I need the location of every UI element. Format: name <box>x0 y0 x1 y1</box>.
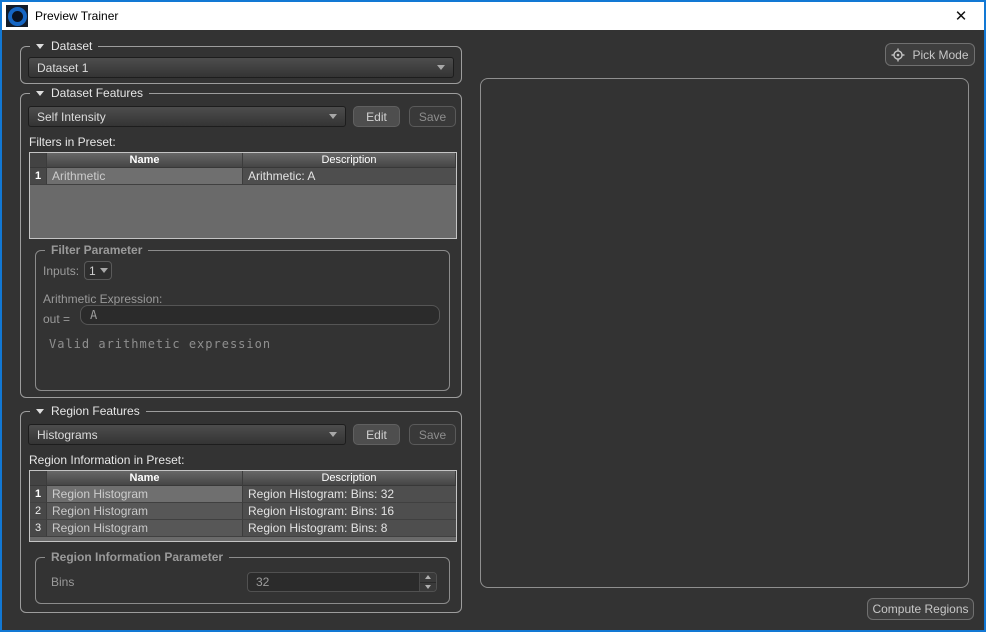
dataset-features-legend: Dataset Features <box>30 86 149 100</box>
application-window: Preview Trainer ✕ Pick Mode Compute Regi… <box>0 0 986 632</box>
row-number[interactable]: 3 <box>30 520 47 537</box>
cell-name[interactable]: Region Histogram <box>47 520 243 537</box>
compute-regions-button[interactable]: Compute Regions <box>867 598 974 620</box>
cell-description[interactable]: Region Histogram: Bins: 8 <box>243 520 456 537</box>
column-header-name[interactable]: Name <box>47 153 243 168</box>
spin-up-icon <box>425 575 431 579</box>
bins-input[interactable] <box>248 573 419 591</box>
edit-label: Edit <box>366 428 387 442</box>
cell-name[interactable]: Region Histogram <box>47 503 243 520</box>
table-header: Name Description <box>30 153 456 168</box>
crosshair-icon <box>891 48 905 62</box>
edit-label: Edit <box>366 110 387 124</box>
table-row[interactable]: 1 Arithmetic Arithmetic: A <box>30 168 456 185</box>
cell-description[interactable]: Arithmetic: A <box>243 168 456 185</box>
table-row[interactable]: 2 Region Histogram Region Histogram: Bin… <box>30 503 456 520</box>
bins-label: Bins <box>51 575 74 589</box>
table-header: Name Description <box>30 471 456 486</box>
collapse-arrow-icon[interactable] <box>36 409 44 414</box>
column-header-name[interactable]: Name <box>47 471 243 486</box>
dataset-group-legend: Dataset <box>30 39 98 53</box>
region-features-edit-button[interactable]: Edit <box>353 424 400 445</box>
region-features-preset-select[interactable]: Histograms <box>28 424 346 445</box>
collapse-arrow-icon[interactable] <box>36 91 44 96</box>
table-row[interactable]: 3 Region Histogram Region Histogram: Bin… <box>30 520 456 537</box>
dropdown-arrow-icon <box>329 114 337 119</box>
table-corner <box>30 471 47 486</box>
filter-parameter-title: Filter Parameter <box>51 243 142 257</box>
inputs-select-value: 1 <box>89 264 96 278</box>
column-header-description[interactable]: Description <box>243 471 456 486</box>
region-parameter-title: Region Information Parameter <box>51 550 223 564</box>
collapse-arrow-icon[interactable] <box>36 44 44 49</box>
spin-up-button[interactable] <box>420 573 436 583</box>
column-header-description[interactable]: Description <box>243 153 456 168</box>
expression-validation-message: Valid arithmetic expression <box>49 337 271 351</box>
compute-regions-label: Compute Regions <box>872 602 968 616</box>
table-empty-area <box>30 537 456 541</box>
dataset-group: Dataset Dataset 1 <box>20 46 462 84</box>
close-icon: ✕ <box>955 9 968 24</box>
filter-parameter-group: Filter Parameter Inputs: 1 Arithmetic Ex… <box>35 250 450 391</box>
dataset-features-group: Dataset Features Self Intensity Edit Sav… <box>20 93 462 398</box>
save-label: Save <box>419 428 446 442</box>
table-row[interactable]: 1 Region Histogram Region Histogram: Bin… <box>30 486 456 503</box>
dataset-features-preset-value: Self Intensity <box>37 110 106 124</box>
region-info-in-preset-label: Region Information in Preset: <box>29 453 184 467</box>
inputs-select[interactable]: 1 <box>84 261 112 280</box>
row-number[interactable]: 1 <box>30 168 47 185</box>
pick-mode-button[interactable]: Pick Mode <box>885 43 975 66</box>
dataset-features-title: Dataset Features <box>51 86 143 100</box>
expression-input[interactable] <box>80 305 440 325</box>
filter-parameter-legend: Filter Parameter <box>45 243 148 257</box>
inputs-label: Inputs: <box>43 264 79 278</box>
pick-mode-label: Pick Mode <box>912 48 968 62</box>
window-title: Preview Trainer <box>35 9 118 23</box>
region-features-save-button[interactable]: Save <box>409 424 456 445</box>
dataset-select[interactable]: Dataset 1 <box>28 57 454 78</box>
close-button[interactable]: ✕ <box>938 2 984 30</box>
region-info-table[interactable]: Name Description 1 Region Histogram Regi… <box>29 470 457 542</box>
region-features-legend: Region Features <box>30 404 146 418</box>
cell-name[interactable]: Region Histogram <box>47 486 243 503</box>
bins-spinbox[interactable] <box>247 572 437 592</box>
dataset-features-preset-select[interactable]: Self Intensity <box>28 106 346 127</box>
dropdown-arrow-icon <box>100 268 108 273</box>
region-parameter-group: Region Information Parameter Bins <box>35 557 450 604</box>
app-logo-ring <box>8 7 27 26</box>
cell-description[interactable]: Region Histogram: Bins: 32 <box>243 486 456 503</box>
dataset-select-value: Dataset 1 <box>37 61 88 75</box>
row-number[interactable]: 2 <box>30 503 47 520</box>
dataset-group-title: Dataset <box>51 39 92 53</box>
titlebar: Preview Trainer ✕ <box>2 2 984 30</box>
region-parameter-legend: Region Information Parameter <box>45 550 229 564</box>
arithmetic-expression-label: Arithmetic Expression: <box>43 292 162 306</box>
dataset-features-save-button[interactable]: Save <box>409 106 456 127</box>
dataset-features-edit-button[interactable]: Edit <box>353 106 400 127</box>
spin-down-icon <box>425 585 431 589</box>
save-label: Save <box>419 110 446 124</box>
cell-description[interactable]: Region Histogram: Bins: 16 <box>243 503 456 520</box>
table-corner <box>30 153 47 168</box>
app-logo-icon <box>6 5 28 27</box>
cell-name[interactable]: Arithmetic <box>47 168 243 185</box>
region-features-title: Region Features <box>51 404 140 418</box>
dropdown-arrow-icon <box>437 65 445 70</box>
filters-table[interactable]: Name Description 1 Arithmetic Arithmetic… <box>29 152 457 239</box>
spinner-buttons <box>419 573 436 591</box>
out-equals-label: out = <box>43 312 70 326</box>
filters-in-preset-label: Filters in Preset: <box>29 135 116 149</box>
spin-down-button[interactable] <box>420 583 436 592</box>
preview-viewport[interactable] <box>480 78 969 588</box>
region-features-preset-value: Histograms <box>37 428 98 442</box>
table-empty-area <box>30 185 456 238</box>
region-features-group: Region Features Histograms Edit Save Reg… <box>20 411 462 613</box>
row-number[interactable]: 1 <box>30 486 47 503</box>
dropdown-arrow-icon <box>329 432 337 437</box>
